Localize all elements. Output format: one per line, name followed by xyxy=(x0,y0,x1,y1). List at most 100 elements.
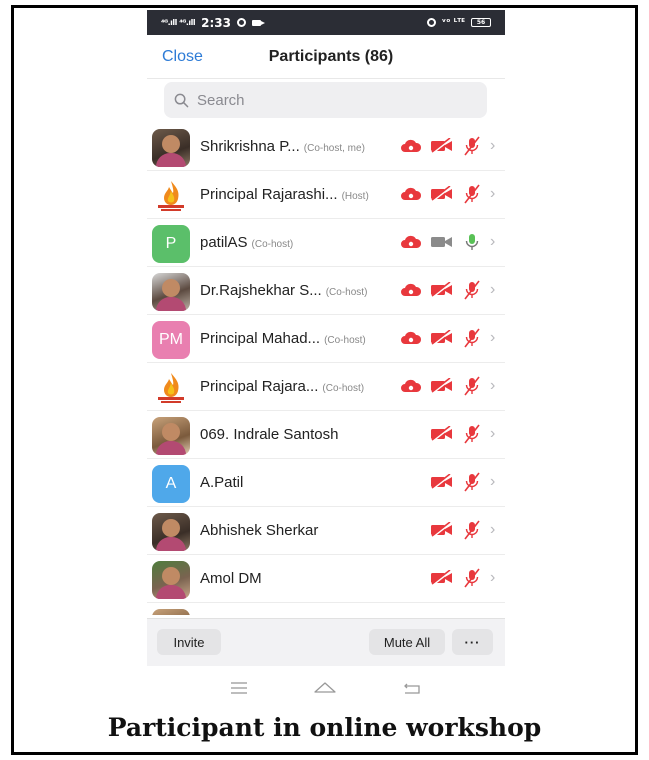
chevron-right-icon[interactable]: › xyxy=(490,329,500,347)
participant-name-text: Principal Mahad... xyxy=(200,330,321,347)
participant-role: (Co-host) xyxy=(324,335,366,346)
video-on-icon[interactable] xyxy=(430,234,454,250)
participants-header: Close Participants (86) xyxy=(147,35,505,79)
video-off-icon[interactable] xyxy=(430,522,454,538)
participant-row[interactable]: Amol DM › xyxy=(147,555,505,603)
mic-muted-icon[interactable] xyxy=(462,424,482,444)
phone-screen: ⁴ᴳ.ıll ⁴ᴳ.ıll 2:33 ᵛᵒ ᴸᵀᴱ 56 Close Parti… xyxy=(147,10,505,710)
mic-muted-icon[interactable] xyxy=(462,472,482,492)
participant-name: patilAS (Co-host) xyxy=(200,234,293,251)
chevron-right-icon[interactable]: › xyxy=(490,377,500,395)
home-icon[interactable] xyxy=(313,681,337,695)
avatar xyxy=(152,609,190,615)
mic-muted-icon[interactable] xyxy=(462,520,482,540)
participant-name-text: Amol DM xyxy=(200,570,262,587)
mic-muted-icon[interactable] xyxy=(462,376,482,396)
invite-button[interactable]: Invite xyxy=(157,629,221,655)
notification-icon xyxy=(236,18,246,27)
chevron-right-icon[interactable]: › xyxy=(490,281,500,299)
participant-row[interactable]: Abhishek Sherkar › xyxy=(147,507,505,555)
android-nav-bar xyxy=(147,668,505,708)
video-off-icon[interactable] xyxy=(430,330,454,346)
cloud-recording-icon xyxy=(401,331,422,344)
participant-row[interactable]: › xyxy=(147,603,505,615)
more-options-button[interactable]: ··· xyxy=(452,629,493,655)
participant-name: Shrikrishna P... (Co-host, me) xyxy=(200,138,365,155)
participant-status-icons: › xyxy=(400,280,500,300)
cloud-recording-icon xyxy=(401,139,422,152)
participant-status-icons: › xyxy=(430,568,500,588)
menu-icon[interactable] xyxy=(230,682,248,694)
participant-role: (Host) xyxy=(341,191,369,202)
back-icon[interactable] xyxy=(402,681,422,695)
participant-status-icons: › xyxy=(430,520,500,540)
video-off-icon[interactable] xyxy=(430,426,454,442)
participant-list: Shrikrishna P... (Co-host, me) › Principal … xyxy=(147,123,505,615)
participant-role: (Co-host) xyxy=(325,287,368,298)
participant-row[interactable]: Principal Rajara... (Co-host) › xyxy=(147,363,505,411)
chevron-right-icon[interactable]: › xyxy=(490,569,500,587)
participant-row[interactable]: PpatilAS (Co-host) › xyxy=(147,219,505,267)
video-off-icon[interactable] xyxy=(430,378,454,394)
participant-name: Principal Rajara... (Co-host) xyxy=(200,378,364,395)
participant-status-icons: › xyxy=(430,472,500,492)
participant-status-icons: › xyxy=(430,424,500,444)
figure-caption: Participant in online workshop xyxy=(107,713,542,742)
chevron-right-icon[interactable]: › xyxy=(490,425,500,443)
avatar: A xyxy=(152,465,190,503)
avatar xyxy=(152,273,190,311)
video-off-icon[interactable] xyxy=(430,570,454,586)
sync-icon xyxy=(426,18,436,27)
participant-row[interactable]: Principal Rajarashi... (Host) › xyxy=(147,171,505,219)
chevron-right-icon[interactable]: › xyxy=(490,233,500,251)
video-off-icon[interactable] xyxy=(430,474,454,490)
video-off-icon[interactable] xyxy=(430,186,454,202)
cloud-recording-icon xyxy=(401,235,422,248)
avatar xyxy=(152,177,190,215)
participant-name-text: Abhishek Sherkar xyxy=(200,522,319,539)
participant-status-icons: › xyxy=(400,376,500,396)
participant-name-text: Principal Rajarashi... xyxy=(200,186,338,203)
video-off-icon[interactable] xyxy=(430,138,454,154)
participant-role: (Co-host, me) xyxy=(303,143,365,154)
signal-indicator: ⁴ᴳ.ıll ⁴ᴳ.ıll xyxy=(161,18,196,27)
avatar xyxy=(152,129,190,167)
participant-status-icons: › xyxy=(400,328,500,348)
participant-row[interactable]: PM Principal Mahad... (Co-host) › xyxy=(147,315,505,363)
participant-name-text: 069. Indrale Santosh xyxy=(200,426,339,443)
mic-muted-icon[interactable] xyxy=(462,328,482,348)
participant-name: Principal Rajarashi... (Host) xyxy=(200,186,369,203)
chevron-right-icon[interactable]: › xyxy=(490,521,500,539)
search-input[interactable] xyxy=(197,91,467,109)
video-off-icon[interactable] xyxy=(430,282,454,298)
participant-row[interactable]: Shrikrishna P... (Co-host, me) › xyxy=(147,123,505,171)
participant-row[interactable]: A A.Patil › xyxy=(147,459,505,507)
participant-name-text: Principal Rajara... xyxy=(200,378,319,395)
participant-name-text: A.Patil xyxy=(200,474,244,491)
mic-on-icon[interactable] xyxy=(462,232,482,252)
chevron-right-icon[interactable]: › xyxy=(490,137,500,155)
participant-name: Amol DM xyxy=(200,570,262,587)
participant-status-icons: › xyxy=(400,232,500,252)
mic-muted-icon[interactable] xyxy=(462,136,482,156)
cloud-recording-icon xyxy=(401,379,422,392)
participant-name-text: Dr.Rajshekhar S... xyxy=(200,282,322,299)
participant-status-icons: › xyxy=(400,136,500,156)
chevron-right-icon[interactable]: › xyxy=(490,473,500,491)
search-box[interactable] xyxy=(164,82,487,118)
participant-row[interactable]: Dr.Rajshekhar S... (Co-host) › xyxy=(147,267,505,315)
search-icon xyxy=(174,93,189,107)
participant-role: (Co-host) xyxy=(322,383,365,394)
participant-row[interactable]: 069. Indrale Santosh › xyxy=(147,411,505,459)
lte-indicator: ᵛᵒ ᴸᵀᴱ xyxy=(441,17,465,28)
mic-muted-icon[interactable] xyxy=(462,184,482,204)
video-notification-icon xyxy=(251,19,265,26)
bottom-toolbar: Invite Mute All ··· xyxy=(147,618,505,666)
mute-all-button[interactable]: Mute All xyxy=(369,629,445,655)
mic-muted-icon[interactable] xyxy=(462,568,482,588)
mic-muted-icon[interactable] xyxy=(462,280,482,300)
chevron-right-icon[interactable]: › xyxy=(490,185,500,203)
status-time: 2:33 xyxy=(201,15,231,30)
avatar xyxy=(152,561,190,599)
avatar: P xyxy=(152,225,190,263)
